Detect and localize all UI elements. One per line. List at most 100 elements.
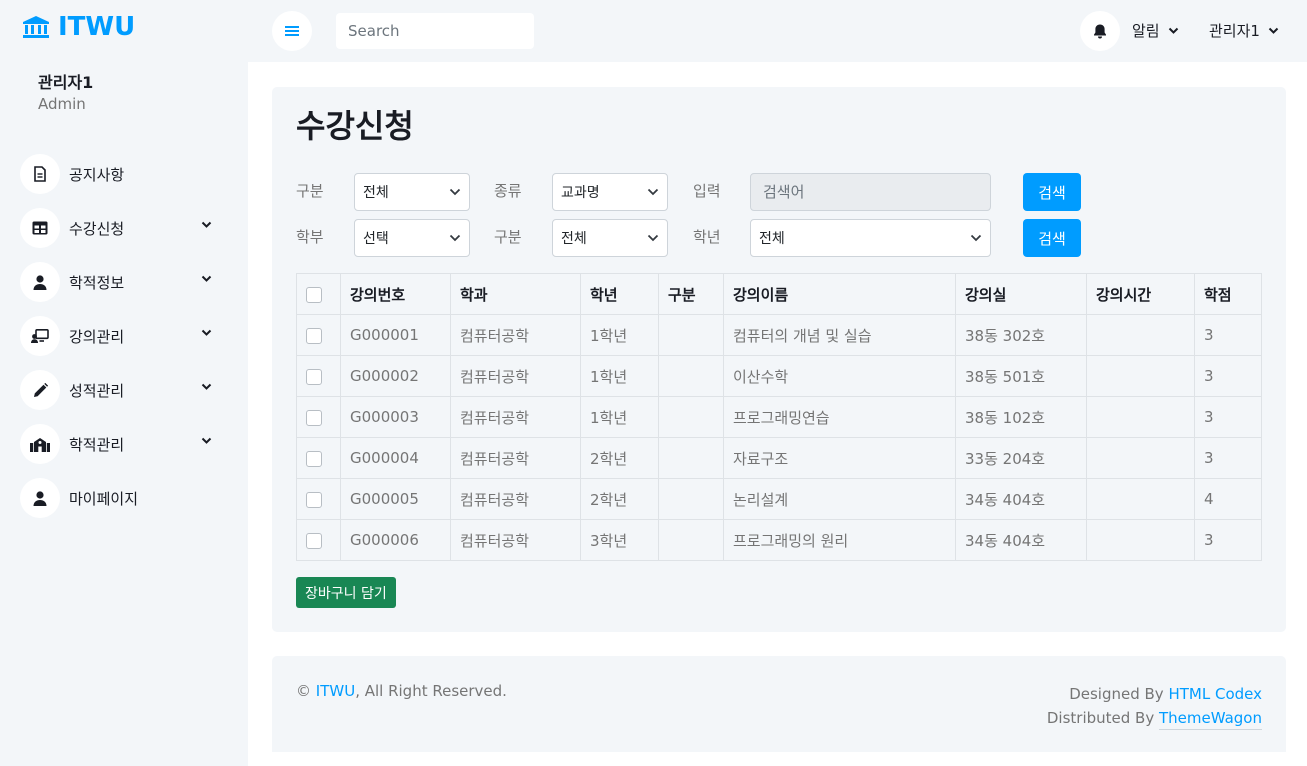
table-row[interactable]: G000004 컴퓨터공학 2학년 자료구조 33동 204호 3 [296, 437, 1262, 479]
cell-classroom: 38동 501호 [955, 355, 1087, 397]
cell-division [658, 478, 724, 520]
header-class-time: 강의시간 [1086, 273, 1195, 315]
table-row[interactable]: G000005 컴퓨터공학 2학년 논리설계 34동 404호 4 [296, 478, 1262, 520]
chevron-down-icon [201, 329, 212, 336]
row-select-cell [296, 355, 341, 397]
row-checkbox[interactable] [306, 327, 322, 344]
user-profile: 관리자1 Admin [38, 73, 93, 115]
year-select-value: 전체 [759, 231, 785, 247]
row-checkbox[interactable] [306, 368, 322, 385]
chevron-down-icon [449, 188, 461, 196]
add-to-cart-button[interactable]: 장바구니 담기 [296, 577, 396, 608]
filter-category-label: 구분 [296, 182, 324, 200]
sidebar-item-label: 학적정보 [69, 273, 125, 292]
sidebar-item-label: 마이페이지 [69, 489, 139, 508]
brand-link[interactable]: ITWU [316, 682, 355, 700]
table-row[interactable]: G000002 컴퓨터공학 1학년 이산수학 38동 501호 3 [296, 355, 1262, 397]
notifications-dropdown[interactable]: 알림 [1132, 20, 1179, 41]
cell-course-code: G000004 [340, 437, 451, 479]
cell-course-name: 자료구조 [723, 437, 956, 479]
cell-department: 컴퓨터공학 [450, 314, 581, 356]
department-select[interactable]: 선택 [354, 219, 470, 257]
sidebar-item-academic-management[interactable]: 학적관리 [20, 417, 230, 471]
cell-classroom: 33동 204호 [955, 437, 1087, 479]
cell-course-name: 프로그래밍의 원리 [723, 519, 956, 561]
row-checkbox[interactable] [306, 491, 322, 508]
type-select[interactable]: 교과명 [552, 173, 668, 211]
cell-division [658, 355, 724, 397]
sidebar-item-grade-management[interactable]: 성적관리 [20, 363, 230, 417]
header-classroom: 강의실 [955, 273, 1087, 315]
sidebar-item-label: 성적관리 [69, 381, 125, 400]
cell-credits: 3 [1194, 396, 1262, 438]
cell-year: 1학년 [580, 355, 659, 397]
cell-course-code: G000006 [340, 519, 451, 561]
cell-division [658, 314, 724, 356]
category-select-value: 전체 [363, 185, 389, 201]
filter-division-label: 구분 [494, 228, 522, 246]
chevron-down-icon [449, 234, 461, 242]
sidebar-item-my-page[interactable]: 마이페이지 [20, 471, 230, 525]
sidebar-item-label: 수강신청 [69, 219, 125, 238]
course-table: 강의번호 학과 학년 구분 강의이름 강의실 강의시간 학점 G000001 컴… [296, 273, 1262, 561]
division-select-value: 전체 [561, 231, 587, 247]
notifications-label: 알림 [1132, 22, 1160, 40]
cell-class-time [1086, 314, 1195, 356]
sidebar-item-course-registration[interactable]: 수강신청 [20, 201, 230, 255]
cell-department: 컴퓨터공학 [450, 355, 581, 397]
sidebar-item-academic-info[interactable]: 학적정보 [20, 255, 230, 309]
copyright-symbol: © [296, 682, 311, 700]
search-input[interactable] [336, 13, 534, 49]
cell-credits: 4 [1194, 478, 1262, 520]
university-icon [23, 16, 49, 38]
header-credits: 학점 [1194, 273, 1262, 315]
notification-bell-button[interactable] [1080, 11, 1120, 51]
cell-department: 컴퓨터공학 [450, 478, 581, 520]
row-checkbox[interactable] [306, 532, 322, 549]
select-all-checkbox[interactable] [306, 286, 322, 303]
sidebar-toggle-button[interactable] [272, 11, 312, 51]
sidebar-item-notices[interactable]: 공지사항 [20, 147, 230, 201]
cell-division [658, 519, 724, 561]
cell-year: 2학년 [580, 437, 659, 479]
cell-year: 3학년 [580, 519, 659, 561]
cell-credits: 3 [1194, 519, 1262, 561]
category-select[interactable]: 전체 [354, 173, 470, 211]
search-button-2[interactable]: 검색 [1023, 219, 1081, 257]
header-division: 구분 [658, 273, 724, 315]
table-row[interactable]: G000006 컴퓨터공학 3학년 프로그래밍의 원리 34동 404호 3 [296, 519, 1262, 561]
brand-logo[interactable]: ITWU [22, 10, 135, 44]
division-select[interactable]: 전체 [552, 219, 668, 257]
cell-year: 1학년 [580, 314, 659, 356]
cell-course-code: G000005 [340, 478, 451, 520]
filter-department-label: 학부 [296, 228, 324, 246]
table-header-row: 강의번호 학과 학년 구분 강의이름 강의실 강의시간 학점 [296, 273, 1262, 315]
table-row[interactable]: G000003 컴퓨터공학 1학년 프로그래밍연습 38동 102호 3 [296, 396, 1262, 438]
sidebar-item-lecture-management[interactable]: 강의관리 [20, 309, 230, 363]
cell-class-time [1086, 478, 1195, 520]
header-course-name: 강의이름 [723, 273, 956, 315]
html-codex-link[interactable]: HTML Codex [1168, 685, 1262, 703]
copyright-text: , All Right Reserved. [355, 682, 507, 700]
keyword-input[interactable] [750, 173, 991, 211]
user-icon [20, 478, 60, 518]
sidebar-nav: 공지사항 수강신청 학적정보 강의관리 성적관리 학적관리 마이페이지 [20, 147, 230, 525]
cell-course-name: 이산수학 [723, 355, 956, 397]
row-checkbox[interactable] [306, 450, 322, 467]
search-button[interactable]: 검색 [1023, 173, 1081, 211]
cell-course-code: G000001 [340, 314, 451, 356]
row-select-cell [296, 396, 341, 438]
cell-credits: 3 [1194, 355, 1262, 397]
cell-classroom: 34동 404호 [955, 519, 1087, 561]
themewagon-link[interactable]: ThemeWagon [1158, 709, 1262, 730]
row-checkbox[interactable] [306, 409, 322, 426]
year-select[interactable]: 전체 [750, 219, 991, 257]
filter-type-label: 종류 [494, 182, 522, 200]
table-row[interactable]: G000001 컴퓨터공학 1학년 컴퓨터의 개념 및 실습 38동 302호 … [296, 314, 1262, 356]
distributed-by-line: Distributed By ThemeWagon [1047, 706, 1262, 730]
sidebar-item-label: 강의관리 [69, 327, 125, 346]
user-dropdown[interactable]: 관리자1 [1209, 20, 1279, 41]
header-course-code: 강의번호 [340, 273, 451, 315]
type-select-value: 교과명 [561, 185, 600, 201]
user-label: 관리자1 [1209, 22, 1260, 40]
